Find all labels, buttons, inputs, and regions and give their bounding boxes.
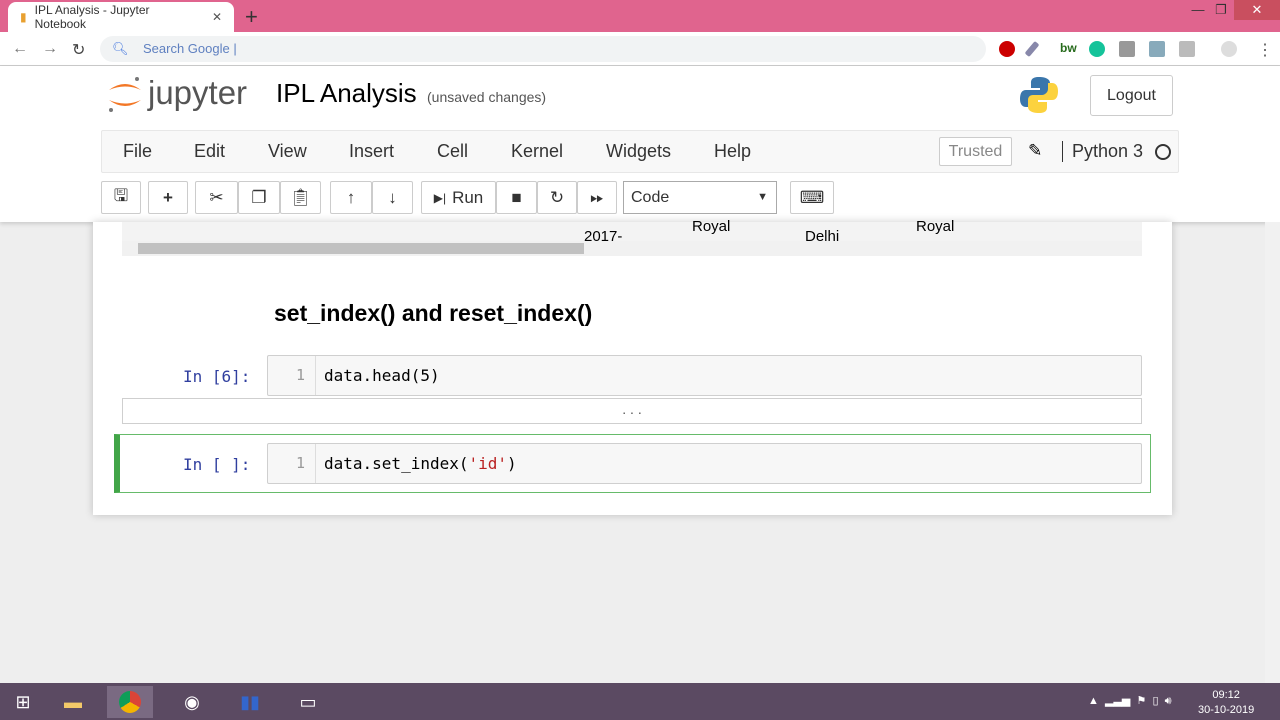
new-tab-button[interactable]: + xyxy=(245,4,258,30)
copy-icon[interactable]: ❐ xyxy=(238,181,280,214)
menu-kernel[interactable]: Kernel xyxy=(511,141,563,162)
menu-cell[interactable]: Cell xyxy=(437,141,468,162)
close-tab-icon[interactable]: ✕ xyxy=(212,10,222,24)
restart-icon[interactable]: ↻ xyxy=(537,181,577,214)
cut-icon[interactable]: ✂ xyxy=(195,181,238,214)
code-text-part: data.set_index( xyxy=(324,454,469,473)
python-logo-icon xyxy=(1020,77,1058,113)
save-status: (unsaved changes) xyxy=(427,89,547,105)
clock-time: 09:12 xyxy=(1212,689,1240,701)
move-down-icon[interactable]: ↓ xyxy=(372,181,413,214)
code-string: 'id' xyxy=(468,454,508,473)
vertical-scrollbar[interactable] xyxy=(1265,222,1280,683)
keyboard-icon[interactable]: ⌨ xyxy=(790,181,834,214)
terminal-icon[interactable]: ▭ xyxy=(285,686,331,718)
scrollbar-thumb[interactable] xyxy=(138,243,584,254)
cell-prompt: In [ ]: xyxy=(183,455,251,474)
browser-tab[interactable]: ▮ IPL Analysis - Jupyter Notebook ✕ xyxy=(8,2,234,32)
bw-icon[interactable]: bw xyxy=(1060,41,1077,55)
code-text-part: ) xyxy=(507,454,517,473)
file-explorer-icon[interactable]: ▬ xyxy=(50,686,96,718)
forward-icon[interactable]: → xyxy=(42,40,58,58)
menu-insert[interactable]: Insert xyxy=(349,141,394,162)
menu-help[interactable]: Help xyxy=(714,141,751,162)
ext3-icon[interactable] xyxy=(1179,41,1195,57)
reload-icon[interactable]: ↻ xyxy=(72,40,85,60)
move-up-icon[interactable]: ↑ xyxy=(330,181,372,214)
cell-type-select[interactable]: Code ▼ xyxy=(623,181,777,214)
profile-icon[interactable] xyxy=(1221,41,1237,57)
menu-edit[interactable]: Edit xyxy=(194,141,225,162)
tab-title: IPL Analysis - Jupyter Notebook xyxy=(34,3,150,31)
menu-file[interactable]: File xyxy=(123,141,152,162)
omnibox[interactable]: 🔍︎ Search Google | xyxy=(100,36,986,62)
menu-widgets[interactable]: Widgets xyxy=(606,141,671,162)
back-icon[interactable]: ← xyxy=(12,40,28,58)
run-label: Run xyxy=(452,187,484,207)
logout-button[interactable]: Logout xyxy=(1090,75,1173,116)
app-icon[interactable]: ▮▮ xyxy=(227,686,273,718)
jupyter-brand[interactable]: jupyter xyxy=(148,74,247,112)
menu-dots-icon[interactable]: ⋮ xyxy=(1257,40,1273,60)
stop-icon[interactable]: ■ xyxy=(496,181,537,214)
notebook-favicon-icon: ▮ xyxy=(20,10,27,24)
clock-date: 30-10-2019 xyxy=(1198,704,1255,716)
chevron-down-icon: ▼ xyxy=(757,191,768,203)
jupyter-logo-icon xyxy=(109,77,141,112)
menu-view[interactable]: View xyxy=(268,141,307,162)
run-icon: ▶| xyxy=(433,190,447,205)
kernel-name: Python 3 xyxy=(1062,141,1143,162)
run-button[interactable]: ▶| Run xyxy=(421,181,496,214)
edit-pencil-icon[interactable]: ✎ xyxy=(1028,141,1042,161)
line-number: 1 xyxy=(268,356,316,395)
output-cell-text: Royal xyxy=(916,218,955,235)
search-icon: 🔍︎ xyxy=(112,41,129,56)
kernel-idle-icon xyxy=(1155,144,1171,160)
line-number: 1 xyxy=(268,444,316,483)
ext2-icon[interactable] xyxy=(1149,41,1165,57)
code-cell-input[interactable]: 1 data.set_index('id') xyxy=(267,443,1142,484)
omnibox-placeholder: Search Google xyxy=(143,41,230,56)
restart-run-all-icon[interactable]: ⏩︎ xyxy=(577,181,617,214)
windows-start-icon[interactable]: ⊞ xyxy=(0,686,46,718)
add-cell-icon[interactable]: + xyxy=(148,181,188,214)
adblock-icon[interactable] xyxy=(999,41,1015,57)
notebook-title[interactable]: IPL Analysis xyxy=(276,78,417,109)
clock[interactable]: 09:12 30-10-2019 xyxy=(1198,688,1254,718)
chrome-icon[interactable] xyxy=(107,686,153,718)
close-window-icon[interactable]: ✕ xyxy=(1234,0,1280,20)
code-text: data.head(5) xyxy=(324,366,440,385)
output-cell-text: Royal xyxy=(692,218,731,235)
tray-icons[interactable]: ▲ ▂▃▅ ⚑ ▯ 🔊︎ xyxy=(1088,694,1172,708)
save-icon[interactable]: 🖫 xyxy=(101,181,141,214)
ext-icon[interactable] xyxy=(1119,41,1135,57)
cell-prompt: In [6]: xyxy=(183,367,251,386)
markdown-heading: set_index() and reset_index() xyxy=(274,300,593,326)
collapsed-output[interactable]: . . . xyxy=(122,398,1142,424)
code-text: data.set_index('id') xyxy=(324,444,517,483)
obs-icon[interactable]: ◉ xyxy=(169,686,215,718)
grammarly-icon[interactable] xyxy=(1089,41,1105,57)
trusted-indicator[interactable]: Trusted xyxy=(939,137,1012,166)
code-cell-input[interactable]: 1 data.head(5) xyxy=(267,355,1142,396)
paste-icon[interactable]: 📋︎ xyxy=(280,181,321,214)
cell-type-value: Code xyxy=(631,189,670,206)
